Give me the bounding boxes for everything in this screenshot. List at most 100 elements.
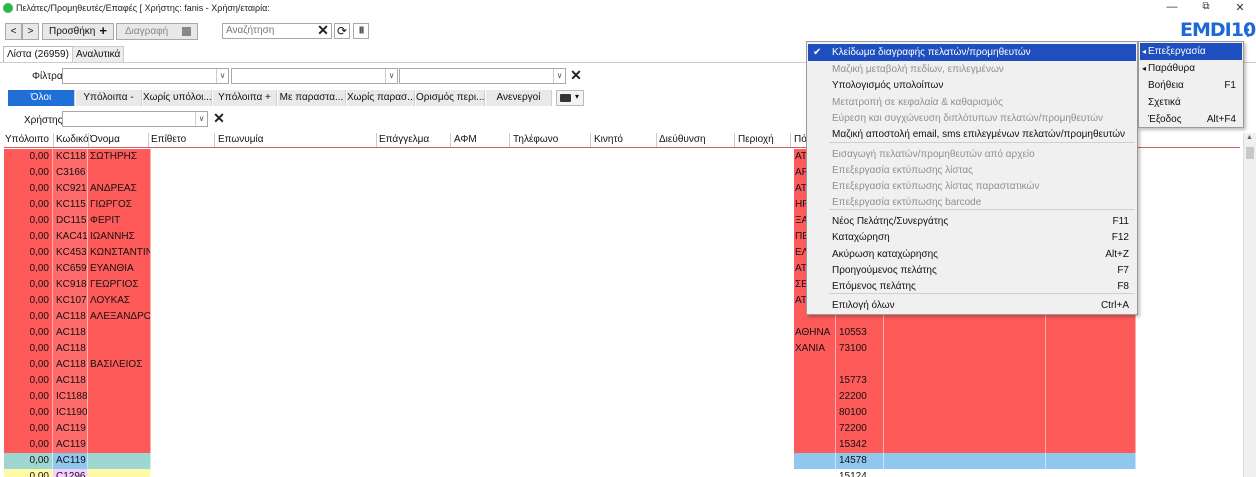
popup-menu-item[interactable]: ◂ Επεξεργασία (1140, 43, 1242, 60)
filter-clear-icon[interactable]: ✕ (569, 68, 583, 84)
table-row[interactable]: 0,00 AC118 ΑΘΗΝΑ 10553 (4, 325, 1240, 341)
column-header-phone[interactable]: Τηλέφωνο (513, 134, 558, 145)
delete-button-label: Διαγραφή (125, 26, 169, 37)
menu-item[interactable]: Ακύρωση καταχώρησης Alt+Z (808, 246, 1136, 263)
table-row[interactable]: 0,00 AC118 15773 (4, 373, 1240, 389)
tab-analytics[interactable]: Αναλυτικά (72, 46, 125, 62)
scroll-thumb[interactable] (1246, 147, 1254, 159)
delete-button[interactable]: Διαγραφή (116, 23, 198, 40)
menu-item[interactable]: Επεξεργασία εκτύπωσης λίστας παραστατικώ… (808, 178, 1136, 195)
extra-cell (1046, 453, 1136, 469)
menu-separator (829, 209, 1135, 210)
tab-list[interactable]: Λίστα (26959) (3, 46, 73, 62)
popup-menu-item[interactable]: Σχετικά (1140, 94, 1242, 111)
column-header-mobile[interactable]: Κινητό (594, 134, 623, 145)
filter-select-2[interactable]: ∨ (231, 68, 398, 84)
user-label: Χρήστης (24, 115, 63, 126)
filter-button-without-docs[interactable]: Χωρίς παρασ... (347, 90, 415, 106)
balance-cell: 0,00 (4, 389, 53, 405)
column-header-name[interactable]: Όνομα (90, 134, 120, 145)
name-cell (88, 341, 151, 357)
add-button[interactable]: Προσθήκη + (42, 23, 114, 40)
popup-menu-label: Σχετικά (1148, 97, 1181, 108)
restore-button[interactable]: ⧉ (1196, 1, 1216, 15)
filter-button-zero[interactable]: Χωρίς υπόλοι... (143, 90, 212, 106)
extra-cell (884, 421, 1046, 437)
menu-item[interactable]: Επιλογή όλων Ctrl+A (808, 297, 1136, 314)
menu-item[interactable]: Προηγούμενος πελάτης F7 (808, 262, 1136, 279)
code-cell: AC119 (53, 421, 88, 437)
filter-button-all[interactable]: Όλοι (8, 90, 75, 106)
balance-cell: 0,00 (4, 165, 53, 181)
popup-menu-item[interactable]: Έξοδος Alt+F4 (1140, 111, 1242, 128)
menu-item[interactable]: Υπολογισμός υπολοίπων (808, 77, 1136, 94)
code-cell: DC115 (53, 213, 88, 229)
menu-item-label: Επεξεργασία εκτύπωσης λίστας (832, 165, 973, 176)
column-header-city[interactable]: Πό (794, 134, 807, 145)
vertical-scrollbar[interactable]: ▲ (1243, 133, 1256, 477)
balance-cell: 0,00 (4, 325, 53, 341)
table-row[interactable]: 0,00 IC1188 22200 (4, 389, 1240, 405)
code-cell: KC115 (53, 197, 88, 213)
menu-item[interactable]: Επεξεργασία εκτύπωσης λίστας (808, 162, 1136, 179)
filter-button-period[interactable]: Ορισμός περι... (416, 90, 485, 106)
filter-button-with-docs[interactable]: Με παραστα... (278, 90, 346, 106)
name-cell (88, 373, 151, 389)
popup-menu-label: Επεξεργασία (1148, 46, 1206, 57)
filter-select-1[interactable]: ∨ (62, 68, 229, 84)
print-button[interactable]: ▾ (556, 90, 584, 106)
user-clear-icon[interactable]: ✕ (212, 111, 226, 127)
column-header-address[interactable]: Διεύθυνση (659, 134, 706, 145)
table-row[interactable]: 0,00 C1296 15124 (4, 469, 1240, 477)
filter-button-negative[interactable]: Υπόλοιπα - (76, 90, 142, 106)
back-button[interactable]: < (5, 23, 22, 40)
popup-menu-label: Βοήθεια (1148, 80, 1184, 91)
close-window-button[interactable]: ✕ (1230, 1, 1250, 15)
filter-button-positive[interactable]: Υπόλοιπα + (213, 90, 277, 106)
code-cell: C1296 (53, 469, 88, 477)
chevron-down-icon: ∨ (216, 69, 228, 83)
table-row[interactable]: 0,00 AC119 15342 (4, 437, 1240, 453)
name-cell: ΕΥΑΝΘΙΑ (88, 261, 151, 277)
column-header-surname[interactable]: Επίθετο (151, 134, 186, 145)
menu-item[interactable]: ✔ Κλείδωμα διαγραφής πελατών/προμηθευτών (808, 44, 1136, 61)
user-select[interactable]: ∨ (62, 111, 208, 127)
table-row[interactable]: 0,00 IC1190 80100 (4, 405, 1240, 421)
menu-item[interactable]: Εύρεση και συγχώνευση διπλότυπων πελατών… (808, 110, 1136, 127)
column-header-vat[interactable]: ΑΦΜ (454, 134, 477, 145)
popup-menu-item[interactable]: ◂ Παράθυρα (1140, 60, 1242, 77)
menu-item[interactable]: Μαζική μεταβολή πεδίων, επιλεγμένων (808, 61, 1136, 78)
table-row[interactable]: 0,00 AC118 ΒΑΣΙΛΕΙΟΣ (4, 357, 1240, 373)
filter-select-3[interactable]: ∨ (399, 68, 566, 84)
column-divider (590, 133, 591, 147)
balance-cell: 0,00 (4, 469, 53, 477)
menu-item[interactable]: Εισαγωγή πελατών/προμηθευτών από αρχείο (808, 146, 1136, 163)
balance-cell: 0,00 (4, 261, 53, 277)
column-header-profession[interactable]: Επάγγελμα (379, 134, 429, 145)
chevron-left-icon: ◂ (1142, 64, 1147, 73)
popup-menu-shortcut: Alt+F4 (1206, 114, 1236, 125)
column-header-balance[interactable]: Υπόλοιπο (5, 134, 49, 145)
forward-button[interactable]: > (22, 23, 39, 40)
kebab-menu-icon[interactable]: ⋮ (1240, 20, 1256, 40)
column-header-code[interactable]: Κωδικό (56, 134, 90, 145)
refresh-icon[interactable]: ⟳ (334, 23, 350, 39)
scroll-up-icon[interactable]: ▲ (1246, 134, 1253, 141)
column-header-company[interactable]: Επωνυμία (218, 134, 263, 145)
menu-item[interactable]: Μαζική αποστολή email, sms επιλεγμένων π… (808, 126, 1136, 143)
popup-menu-item[interactable]: Βοήθεια F1 (1140, 77, 1242, 94)
column-header-area[interactable]: Περιοχή (738, 134, 774, 145)
filter-button-inactive[interactable]: Ανενεργοί (486, 90, 552, 106)
menu-item-label: Εισαγωγή πελατών/προμηθευτών από αρχείο (832, 149, 1035, 160)
search-clear-icon[interactable]: ✕ (316, 23, 330, 39)
menu-item[interactable]: Μετατροπή σε κεφαλαία & καθαρισμός (808, 94, 1136, 111)
table-row[interactable]: 0,00 AC119 14578 (4, 453, 1240, 469)
minimize-button[interactable]: — (1162, 1, 1182, 15)
menu-item[interactable]: Καταχώρηση F12 (808, 229, 1136, 246)
table-row[interactable]: 0,00 AC118 ΧΑΝΙΑ 73100 (4, 341, 1240, 357)
menu-item[interactable]: Νέος Πελάτης/Συνεργάτης F11 (808, 213, 1136, 230)
barcode-icon[interactable]: ||||| (353, 23, 369, 39)
column-divider (734, 133, 735, 147)
popup-menu-label: Παράθυρα (1148, 63, 1195, 74)
table-row[interactable]: 0,00 AC119 72200 (4, 421, 1240, 437)
